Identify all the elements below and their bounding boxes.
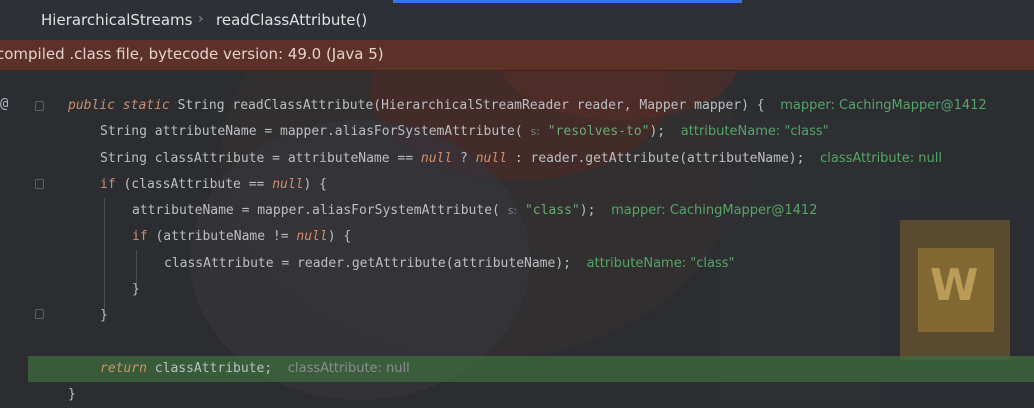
code-text: classAttribute;: [146, 361, 273, 376]
code-line: }: [68, 382, 76, 408]
keyword: public: [68, 98, 115, 113]
debug-value: attributeName: "class": [586, 256, 735, 271]
code-text: (classAttribute ==: [115, 177, 273, 192]
param-hint: s:: [530, 125, 540, 138]
debug-value: classAttribute: null: [287, 361, 410, 376]
debug-value: mapper: CachingMapper@1412: [780, 98, 987, 113]
code-text: String classAttribute = attributeName ==: [100, 151, 421, 166]
code-text: );: [649, 124, 666, 139]
keyword: return: [100, 361, 147, 376]
code-line: }: [132, 277, 140, 303]
code-text: ) {: [327, 229, 352, 244]
string-literal: "resolves-to": [547, 124, 650, 139]
code-line: attributeName = mapper.aliasForSystemAtt…: [132, 198, 817, 224]
code-text: ) {: [303, 177, 327, 192]
type-name: String: [177, 98, 225, 113]
code-text: ?: [452, 151, 476, 166]
code-line-current: return classAttribute; classAttribute: n…: [100, 356, 410, 382]
keyword: null: [420, 151, 453, 166]
code-text: );: [579, 203, 596, 218]
code-text: readClassAttribute(HierarchicalStreamRea…: [224, 98, 765, 113]
code-text: attributeName = mapper.aliasForSystemAtt…: [132, 203, 500, 218]
code-text: classAttribute = reader.getAttribute(att…: [164, 256, 571, 271]
code-text: }: [68, 387, 76, 402]
code-line: String attributeName = mapper.aliasForSy…: [100, 119, 829, 145]
debug-value: attributeName: "class": [680, 124, 829, 139]
code-editor[interactable]: public static String readClassAttribute(…: [0, 0, 1034, 402]
keyword: null: [475, 151, 508, 166]
code-line: public static String readClassAttribute(…: [68, 93, 987, 119]
code-line: if (attributeName != null) {: [132, 224, 351, 250]
string-literal: "class": [524, 203, 580, 218]
keyword: null: [272, 177, 304, 192]
keyword: if: [132, 229, 148, 244]
param-hint: s:: [507, 204, 518, 217]
code-line: }: [100, 303, 108, 329]
debug-value: mapper: CachingMapper@1412: [611, 203, 818, 218]
code-text: }: [132, 282, 140, 297]
code-text: }: [100, 308, 108, 323]
code-text: : reader.getAttribute(attributeName);: [507, 151, 805, 166]
code-line: classAttribute = reader.getAttribute(att…: [164, 251, 734, 277]
code-text: (attributeName !=: [147, 229, 297, 244]
code-line: String classAttribute = attributeName ==…: [100, 146, 942, 172]
keyword: null: [296, 229, 328, 244]
code-text: String attributeName = mapper.aliasForSy…: [100, 124, 523, 139]
keyword: static: [122, 98, 170, 113]
debug-value: classAttribute: null: [820, 151, 942, 166]
code-line: if (classAttribute == null) {: [100, 172, 327, 198]
keyword: if: [100, 177, 116, 192]
